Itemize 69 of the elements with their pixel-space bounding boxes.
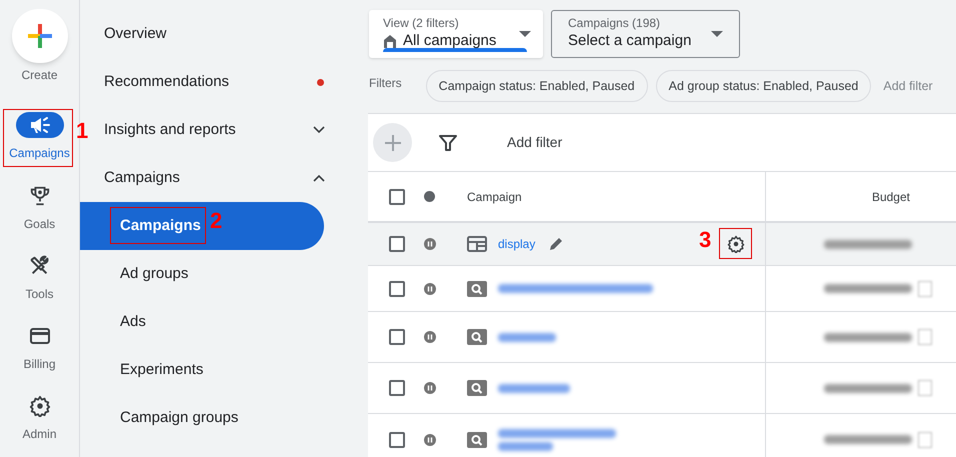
table-row[interactable] <box>368 312 956 363</box>
nav-item[interactable]: Ad groups <box>80 250 368 298</box>
rail-item[interactable]: Tools <box>4 246 76 317</box>
nav-item[interactable]: Ads <box>80 298 368 346</box>
chevron-up-icon <box>313 174 325 182</box>
paused-icon <box>424 282 436 294</box>
table-row[interactable] <box>368 363 956 414</box>
trophy-icon <box>28 184 50 207</box>
nav-item[interactable]: Campaigns <box>92 154 368 202</box>
filter-icon <box>439 134 457 152</box>
chevron-down-icon <box>313 126 325 134</box>
checkbox[interactable] <box>389 329 405 345</box>
settings-icon <box>727 235 745 253</box>
nav-item[interactable]: Insights and reports <box>92 106 368 154</box>
paused-icon <box>424 331 436 343</box>
search-icon <box>467 329 487 345</box>
nav-item[interactable]: Experiments <box>80 346 368 394</box>
tools-icon <box>28 254 50 277</box>
checkbox[interactable] <box>389 188 405 204</box>
filter-button[interactable] <box>439 134 457 152</box>
plus-icon <box>26 23 52 50</box>
home-icon <box>383 34 397 48</box>
blurred-icon <box>918 380 932 396</box>
checkbox[interactable] <box>389 236 405 252</box>
step-number: 3 <box>699 229 712 251</box>
paused-icon <box>424 238 436 250</box>
pencil-icon <box>549 237 564 251</box>
rail-item[interactable]: Campaigns <box>4 106 76 177</box>
card-icon <box>28 326 50 346</box>
search-icon <box>467 380 487 396</box>
rail-item[interactable]: Goals <box>4 176 76 247</box>
highlight-frame <box>719 228 752 259</box>
nav-item[interactable]: Recommendations <box>92 58 368 106</box>
rail-item[interactable]: Billing <box>4 316 76 387</box>
highlight-frame <box>3 109 73 167</box>
paused-icon <box>424 434 436 446</box>
gear-icon <box>28 394 50 417</box>
filters-label: Filters <box>369 75 402 92</box>
campaign-dropdown[interactable]: Campaigns (198) Select a campaign <box>551 10 740 58</box>
campaign-link[interactable]: display <box>498 235 536 253</box>
column-header: Budget <box>872 188 910 206</box>
table-row[interactable] <box>368 266 956 312</box>
rail-item[interactable]: Admin <box>4 386 76 457</box>
dropdown-arrow-icon <box>711 31 723 37</box>
nav-item[interactable]: Campaign groups <box>80 394 368 442</box>
checkbox[interactable] <box>389 432 405 448</box>
create-button[interactable] <box>12 9 68 64</box>
display-ad-icon <box>467 236 487 252</box>
blurred-icon <box>918 329 932 345</box>
search-icon <box>467 432 487 448</box>
add-filter-label: Add filter <box>507 133 562 152</box>
step-number: 2 <box>210 210 222 232</box>
column-header: Campaign <box>467 188 522 206</box>
megaphone-icon <box>28 116 50 134</box>
paused-icon <box>424 382 436 394</box>
checkbox[interactable] <box>389 380 405 396</box>
nav-item[interactable]: Overview <box>92 10 368 58</box>
blurred-icon <box>918 432 932 448</box>
checkbox[interactable] <box>389 280 405 296</box>
search-icon <box>467 280 487 296</box>
step-number: 1 <box>76 120 88 142</box>
create-label: Create <box>21 67 58 84</box>
dropdown-arrow-icon <box>519 31 531 37</box>
view-dropdown[interactable]: View (2 filters) All campaigns <box>369 10 543 58</box>
filter-chip[interactable]: Campaign status: Enabled, Paused <box>426 70 648 102</box>
filter-chip[interactable]: Ad group status: Enabled, Paused <box>656 70 872 102</box>
blurred-icon <box>918 280 932 296</box>
add-button[interactable] <box>373 123 412 162</box>
plus-icon <box>384 134 402 152</box>
